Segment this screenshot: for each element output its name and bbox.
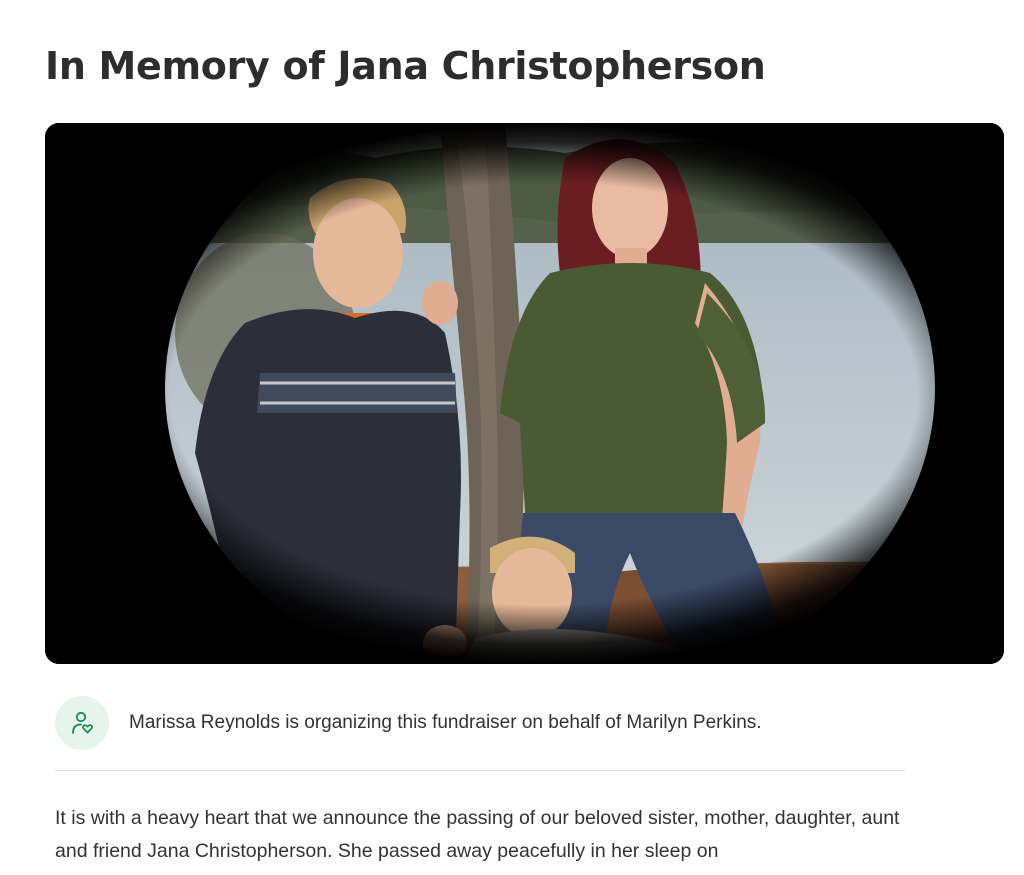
page-title: In Memory of Jana Christopherson (45, 44, 766, 88)
divider (55, 770, 905, 771)
person-heart-icon (55, 696, 109, 750)
story-text: It is with a heavy heart that we announc… (55, 807, 900, 862)
organizer-info: Marissa Reynolds is organizing this fund… (55, 695, 905, 751)
hero-photo (45, 123, 1004, 664)
organizer-text: Marissa Reynolds is organizing this fund… (129, 712, 762, 733)
hero-image (45, 123, 1004, 664)
